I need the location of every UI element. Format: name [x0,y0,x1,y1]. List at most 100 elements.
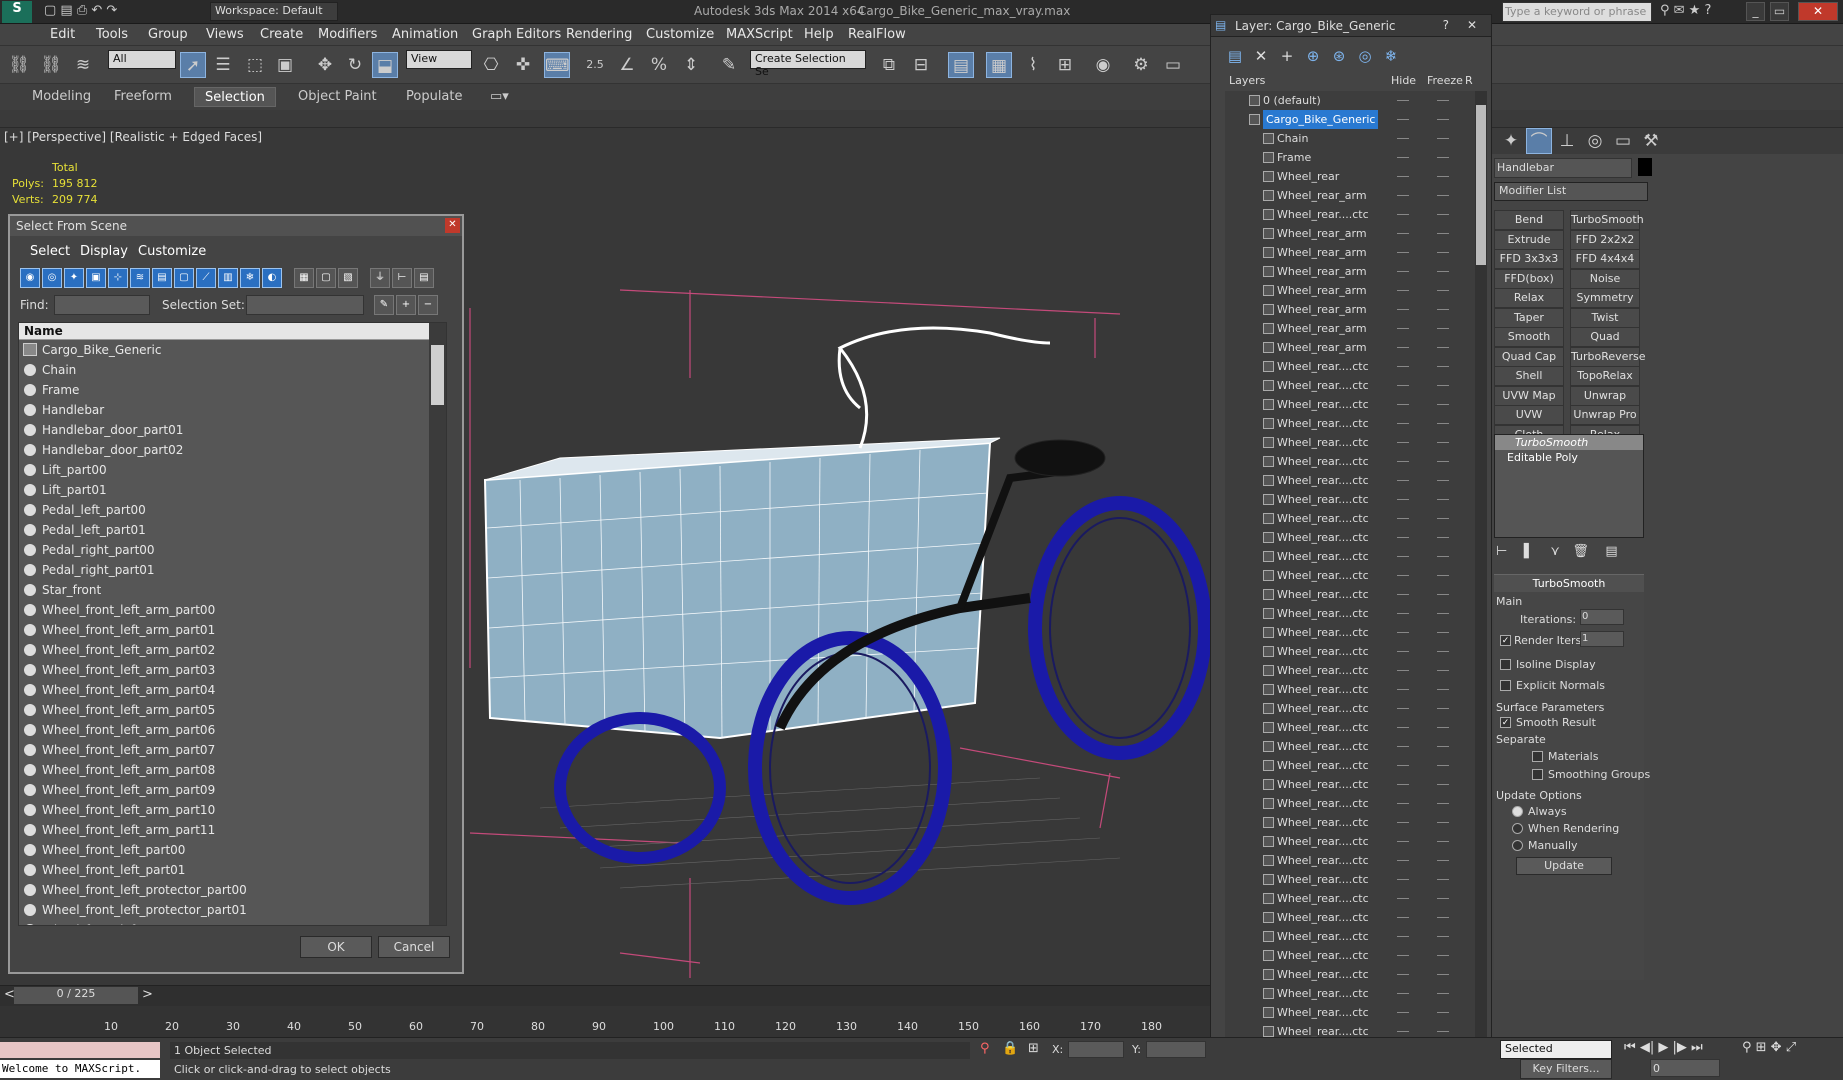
current-frame-field[interactable]: 0 [1650,1059,1720,1077]
freeze-toggle[interactable] [1437,138,1449,139]
maxscript-output[interactable]: Welcome to MAXScript. [0,1060,160,1078]
freeze-toggle[interactable] [1437,822,1449,823]
layer-row[interactable]: Wheel_rear....ctc [1225,832,1475,851]
iterations-spinner[interactable]: 0 [1580,609,1624,625]
frame-indicator[interactable]: 0 / 225 [14,987,138,1004]
freeze-toggle[interactable] [1437,651,1449,652]
smoothing-groups-checkbox[interactable] [1532,769,1543,780]
layer-row[interactable]: Wheel_rear....ctc [1225,205,1475,224]
hide-toggle[interactable] [1397,993,1409,994]
layer-row[interactable]: Wheel_rear....ctc [1225,547,1475,566]
close-button[interactable]: ✕ [1798,2,1838,21]
always-radio[interactable] [1512,806,1523,817]
schematic-view-icon[interactable]: ⊞ [1052,52,1078,78]
lock-selection-icon[interactable]: 🔒 [1002,1041,1018,1056]
hide-toggle[interactable] [1397,822,1409,823]
modifier-button[interactable]: FFD 4x4x4 [1570,249,1640,269]
tab-object-paint[interactable]: Object Paint [288,87,387,107]
freeze-toggle[interactable] [1437,290,1449,291]
layer-row[interactable]: Cargo_Bike_Generic [1225,110,1475,129]
layer-row[interactable]: Wheel_rear....ctc [1225,680,1475,699]
time-slider[interactable]: < 0 / 225 > [0,986,1210,1006]
display-bones-icon[interactable]: ⟋ [196,268,216,288]
hide-toggle[interactable] [1397,176,1409,177]
hide-toggle[interactable] [1397,347,1409,348]
layer-row[interactable]: Wheel_rear....ctc [1225,794,1475,813]
hide-toggle[interactable] [1397,499,1409,500]
freeze-toggle[interactable] [1437,784,1449,785]
hide-toggle[interactable] [1397,613,1409,614]
layer-row[interactable]: Wheel_rear....ctc [1225,851,1475,870]
scene-object-row[interactable]: Chain [19,360,446,380]
display-geometry-icon[interactable]: ◉ [20,268,40,288]
layer-scroll-thumb[interactable] [1476,105,1486,265]
remove-from-set-icon[interactable]: − [418,295,438,315]
menu-modifiers[interactable]: Modifiers [318,27,377,42]
modifier-button[interactable]: Noise [1570,268,1640,289]
utilities-tab-icon[interactable]: ⚒ [1638,128,1664,154]
col-render[interactable]: R [1465,74,1473,87]
freeze-toggle[interactable] [1437,803,1449,804]
render-setup-icon[interactable]: ⚙ [1128,52,1154,78]
key-mode-dropdown[interactable]: Selected [1500,1040,1612,1059]
freeze-toggle[interactable] [1437,917,1449,918]
modifier-stack[interactable]: TurboSmooth Editable Poly [1494,434,1644,538]
freeze-toggle[interactable] [1437,385,1449,386]
layer-row[interactable]: Wheel_rear_arm [1225,338,1475,357]
freeze-toggle[interactable] [1437,461,1449,462]
display-hidden-icon[interactable]: ◐ [262,268,282,288]
layer-row[interactable]: Wheel_rear....ctc [1225,623,1475,642]
hide-toggle[interactable] [1397,404,1409,405]
display-shapes-icon[interactable]: ◎ [42,268,62,288]
pin-stack-icon[interactable]: ⊢ [1496,544,1507,559]
freeze-toggle[interactable] [1437,594,1449,595]
reference-coord-dropdown[interactable]: View [406,50,472,69]
keyboard-shortcut-icon[interactable]: ⌨ [544,52,570,78]
tab-populate[interactable]: Populate [396,87,473,107]
modifier-button[interactable]: Unwrap Pro [1570,405,1640,425]
modifier-button[interactable]: Shell [1494,366,1564,386]
modifier-button[interactable]: Twist [1570,307,1640,328]
display-groups-icon[interactable]: ▤ [152,268,172,288]
hide-toggle[interactable] [1397,233,1409,234]
hide-toggle[interactable] [1397,689,1409,690]
filter-icon[interactable]: ⏚ [370,268,390,288]
pivot-icon[interactable]: ⎔ [478,52,504,78]
next-frame-icon[interactable]: > [142,987,153,1002]
freeze-toggle[interactable] [1437,214,1449,215]
stack-item-turbosmooth[interactable]: TurboSmooth [1495,435,1643,450]
hide-toggle[interactable] [1397,480,1409,481]
bind-spacewarp-icon[interactable]: ≋ [70,52,96,78]
hide-toggle[interactable] [1397,651,1409,652]
scene-object-row[interactable]: Wheel_front_left_arm_part09 [19,780,446,800]
hide-toggle[interactable] [1397,556,1409,557]
hide-toggle[interactable] [1397,537,1409,538]
modifier-button[interactable]: TurboSmooth [1570,210,1644,230]
menu-animation[interactable]: Animation [392,27,458,42]
scene-object-row[interactable]: Handlebar_door_part02 [19,440,446,460]
scene-object-row[interactable]: Handlebar_door_part01 [19,420,446,440]
layer-row[interactable]: Wheel_rear....ctc [1225,889,1475,908]
hide-toggle[interactable] [1397,955,1409,956]
freeze-toggle[interactable] [1437,841,1449,842]
layer-row[interactable]: Wheel_rear....ctc [1225,661,1475,680]
hide-toggle[interactable] [1397,841,1409,842]
align-icon[interactable]: ⊟ [908,52,934,78]
freeze-toggle[interactable] [1437,404,1449,405]
dialog-close-button[interactable]: ✕ [445,218,460,233]
menu-views[interactable]: Views [206,27,244,42]
freeze-toggle[interactable] [1437,613,1449,614]
edit-named-sets-icon[interactable]: ✎ [716,52,742,78]
hide-toggle[interactable] [1397,917,1409,918]
scene-object-row[interactable]: Pedal_right_part00 [19,540,446,560]
freeze-toggle[interactable] [1437,746,1449,747]
update-button[interactable]: Update [1516,857,1612,875]
hide-toggle[interactable] [1397,385,1409,386]
rollout-title[interactable]: TurboSmooth [1494,575,1644,592]
layer-row[interactable]: Wheel_rear....ctc [1225,566,1475,585]
columns-icon[interactable]: ▤ [414,268,434,288]
layer-row[interactable]: Wheel_rear_arm [1225,224,1475,243]
make-unique-icon[interactable]: ⋎ [1550,544,1560,559]
rotate-icon[interactable]: ↻ [342,52,368,78]
hide-toggle[interactable] [1397,594,1409,595]
